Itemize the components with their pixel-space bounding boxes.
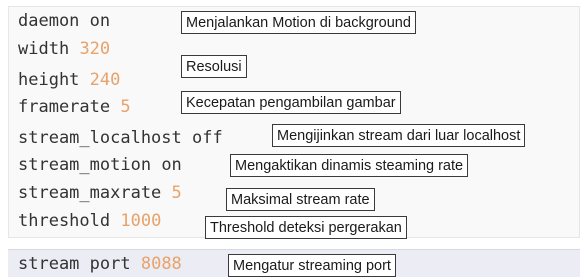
config-value: 1000 [120,211,162,231]
annotation-stream-port: Mengatur streaming port [228,254,396,277]
annotation-stream-maxrate: Maksimal stream rate [226,188,375,211]
config-line-stream-localhost: stream_localhost off [18,128,223,148]
annotation-daemon: Menjalankan Motion di background [181,11,416,34]
annotation-stream-localhost: Mengijinkan stream dari luar localhost [272,124,526,147]
config-value: on [89,11,111,31]
config-value: on [161,155,182,175]
config-line-threshold: threshold 1000 [18,211,161,231]
config-value: 320 [79,39,111,59]
annotation-threshold: Threshold deteksi pergerakan [205,216,407,239]
config-key: stream_maxrate [18,183,162,203]
config-value: off [192,128,223,148]
config-key: framerate [18,97,111,117]
annotation-framerate: Kecepatan pengambilan gambar [181,91,401,114]
config-line-stream-motion: stream_motion on [18,155,182,175]
config-value: 8088 [140,254,182,274]
config-key: stream_motion [18,155,152,175]
config-line-stream-port: stream port 8088 [18,254,182,274]
config-key: threshold [18,211,111,231]
config-key: width [18,39,70,59]
config-value: 5 [171,183,182,203]
config-illustration: daemon on width 320 height 240 framerate… [0,0,582,277]
config-key: daemon [18,11,80,31]
annotation-stream-motion: Mengaktikan dinamis steaming rate [230,154,469,177]
annotation-resolution: Resolusi [181,55,247,78]
config-value: 240 [89,70,121,90]
config-line-width: width 320 [18,39,110,59]
config-line-height: height 240 [18,70,120,90]
config-key: stream_localhost [18,128,182,148]
config-key: height [18,70,80,90]
config-value: 5 [120,97,131,117]
config-line-stream-maxrate: stream_maxrate 5 [18,183,182,203]
config-line-framerate: framerate 5 [18,97,131,117]
config-key: stream port [18,254,131,274]
config-line-daemon: daemon on [18,11,110,31]
